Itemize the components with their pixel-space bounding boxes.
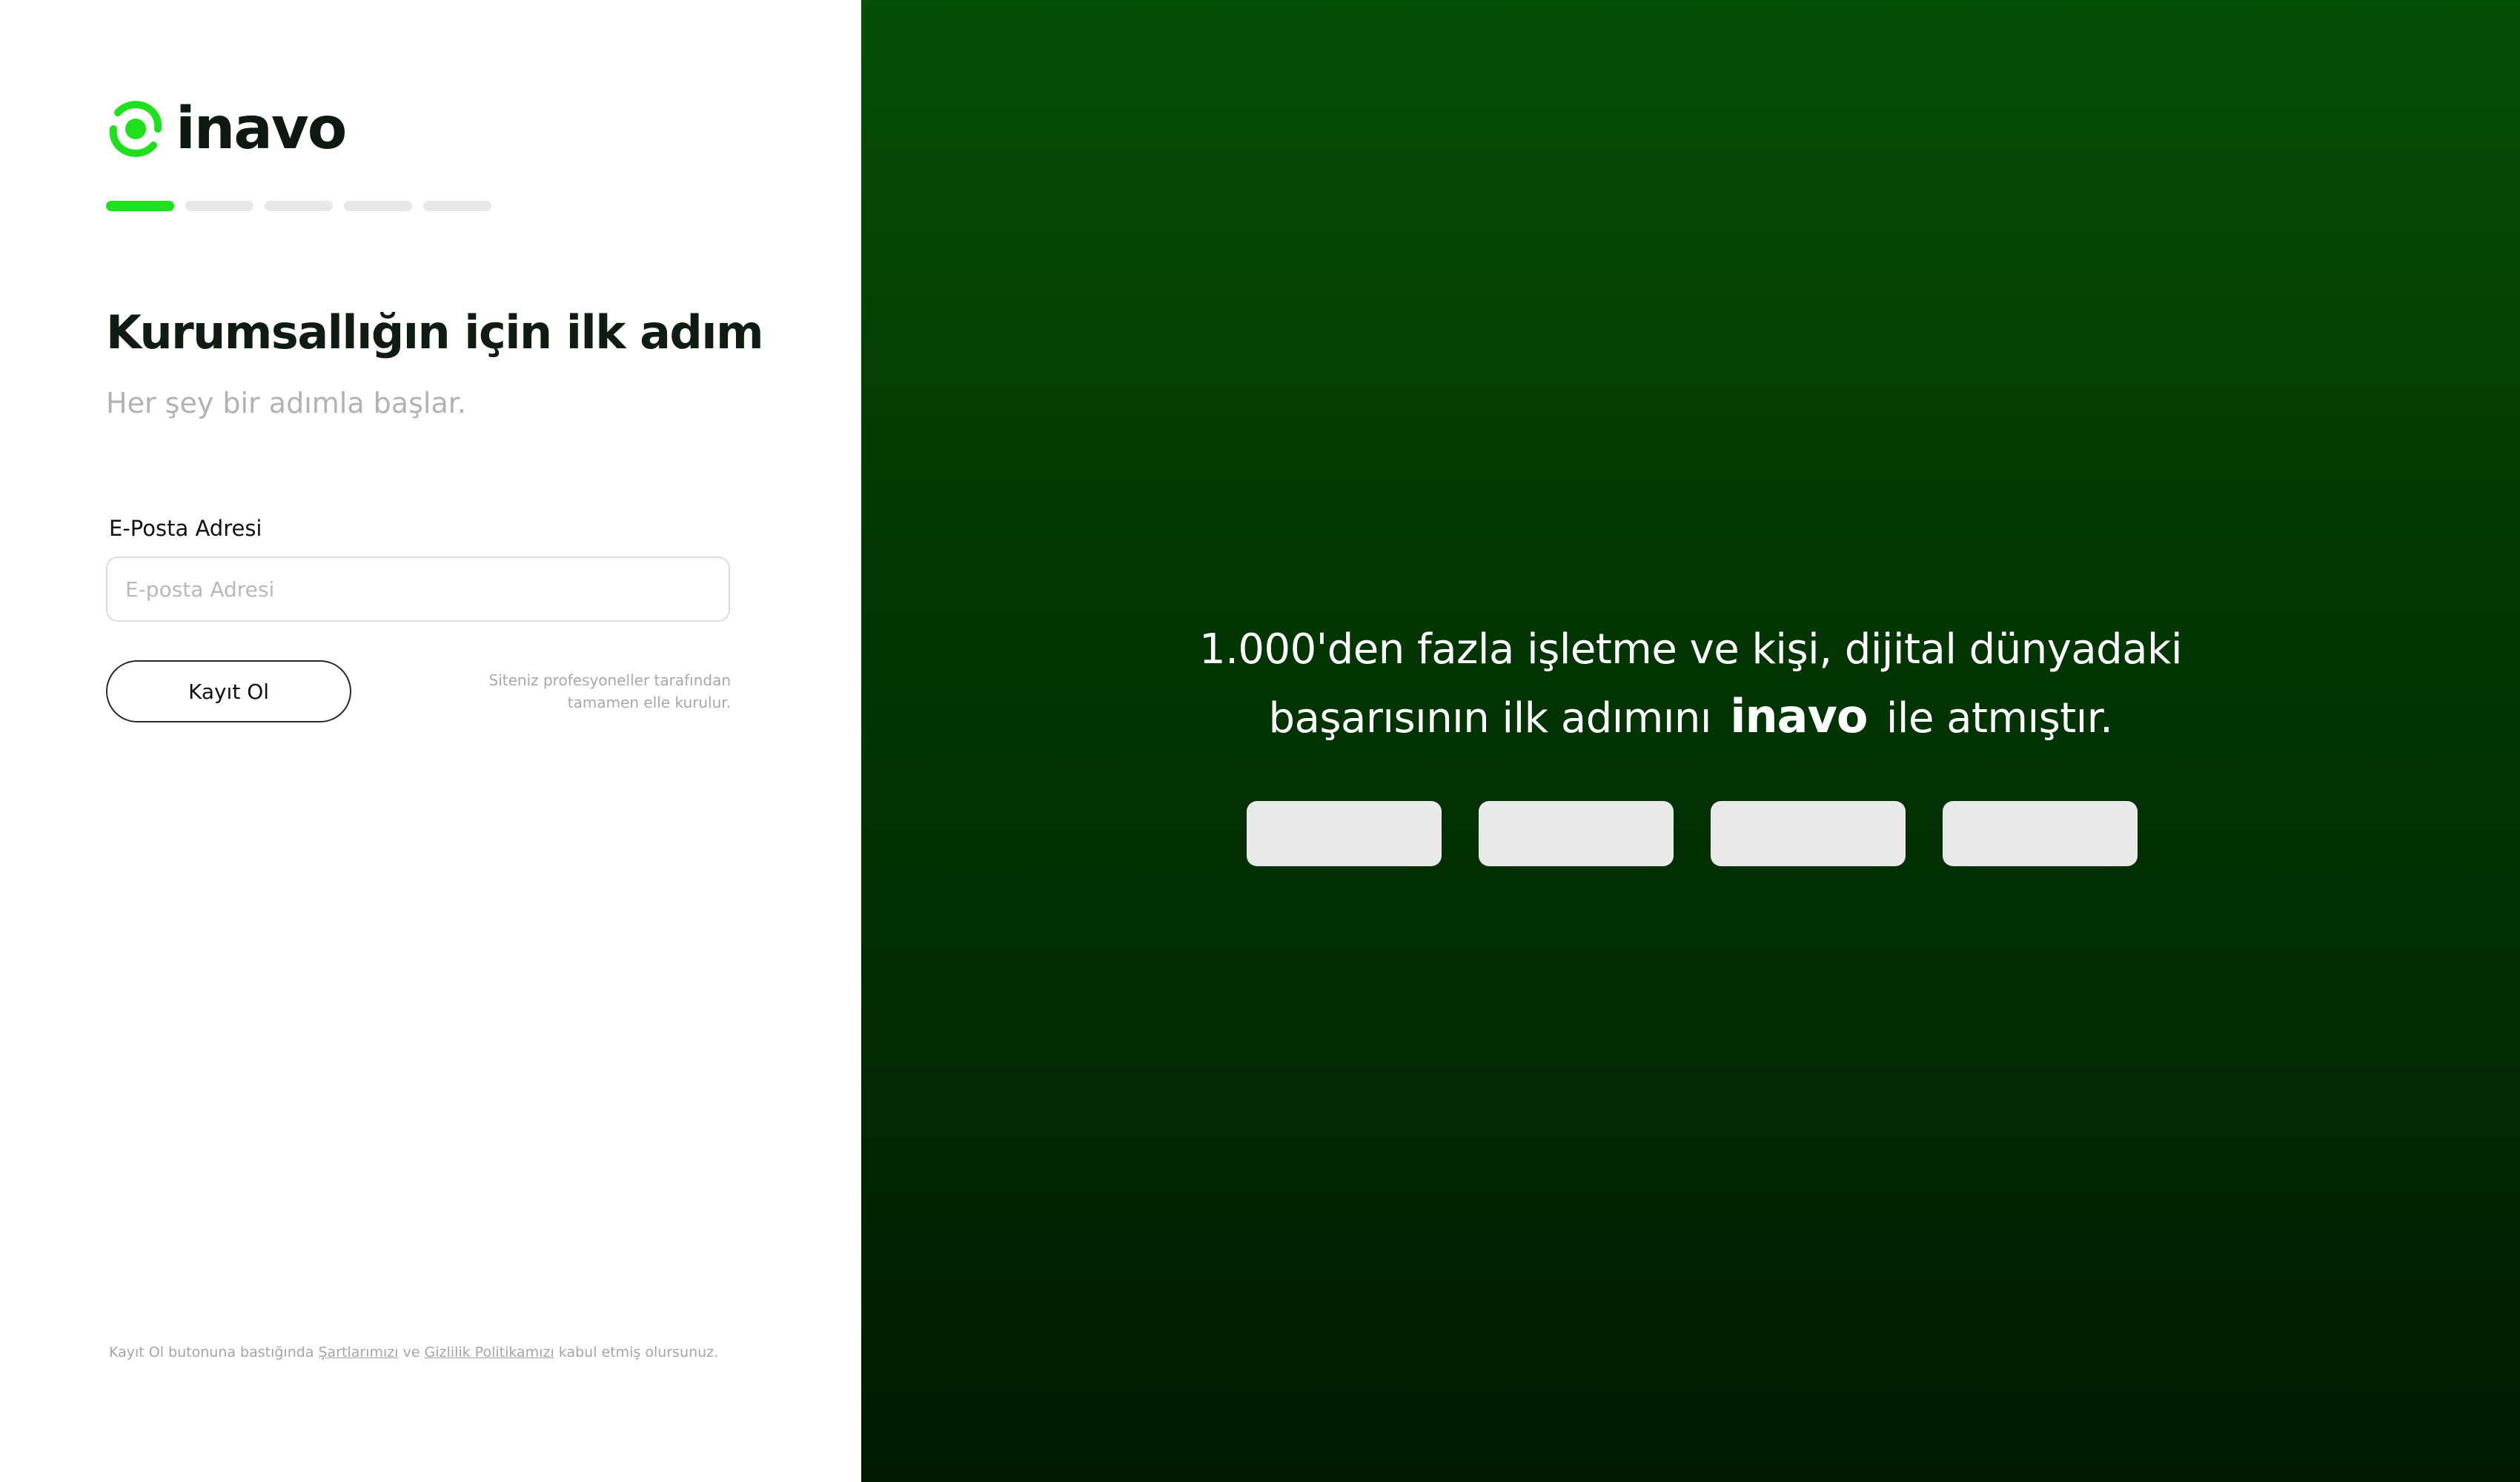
email-label: E-Posta Adresi <box>109 516 262 541</box>
promo-headline-line2: başarısının ilk adımını inavo ile atmışt… <box>861 683 2520 752</box>
professional-setup-note-line1: Siteniz profesyoneller tarafından <box>488 671 732 689</box>
professional-setup-note-line2: tamamen elle kurulur. <box>567 694 731 711</box>
privacy-policy-link[interactable]: Gizlilik Politikamızı <box>425 1344 554 1360</box>
progress-steps <box>106 201 491 211</box>
promo-headline: 1.000'den fazla işletme ve kişi, dijital… <box>861 617 2520 752</box>
promo-panel: 1.000'den fazla işletme ve kişi, dijital… <box>861 0 2520 1482</box>
signup-page: inavo Kurumsallığın için ilk adım Her şe… <box>0 0 2520 1482</box>
terms-notice-text-middle: ve <box>398 1344 425 1360</box>
brand-name: inavo <box>176 96 347 162</box>
signup-form-panel: inavo Kurumsallığın için ilk adım Her şe… <box>0 0 861 1482</box>
page-subtitle: Her şey bir adımla başlar. <box>106 387 466 419</box>
promo-brand-name: inavo <box>1730 689 1868 743</box>
progress-step-3 <box>265 201 333 211</box>
customer-logo-placeholder <box>1247 801 1442 866</box>
terms-link[interactable]: Şartlarımızı <box>319 1344 399 1360</box>
brand-logo: inavo <box>106 96 347 162</box>
promo-headline-line1: 1.000'den fazla işletme ve kişi, dijital… <box>1198 625 2183 674</box>
page-title: Kurumsallığın için ilk adım <box>106 305 764 359</box>
customer-logo-placeholder <box>1479 801 1674 866</box>
progress-step-5 <box>423 201 491 211</box>
terms-notice-text-after: kabul etmiş olursunuz. <box>554 1344 719 1360</box>
customer-logos-row <box>1247 801 2138 866</box>
progress-step-2 <box>185 201 253 211</box>
progress-step-1 <box>106 201 174 211</box>
terms-notice-text-before: Kayıt Ol butonuna bastığında <box>109 1344 319 1360</box>
email-field[interactable] <box>106 556 730 622</box>
register-button[interactable]: Kayıt Ol <box>106 660 351 722</box>
progress-step-4 <box>344 201 412 211</box>
customer-logo-placeholder <box>1711 801 1906 866</box>
professional-setup-note: Siteniz profesyoneller tarafından tamame… <box>474 669 732 714</box>
terms-notice: Kayıt Ol butonuna bastığında Şartlarımız… <box>109 1344 718 1360</box>
inavo-logo-icon <box>109 101 162 157</box>
promo-headline-line2-after: ile atmıştır. <box>1886 694 2113 742</box>
customer-logo-placeholder <box>1943 801 2138 866</box>
promo-headline-line2-before: başarısının ilk adımını <box>1268 694 1712 742</box>
